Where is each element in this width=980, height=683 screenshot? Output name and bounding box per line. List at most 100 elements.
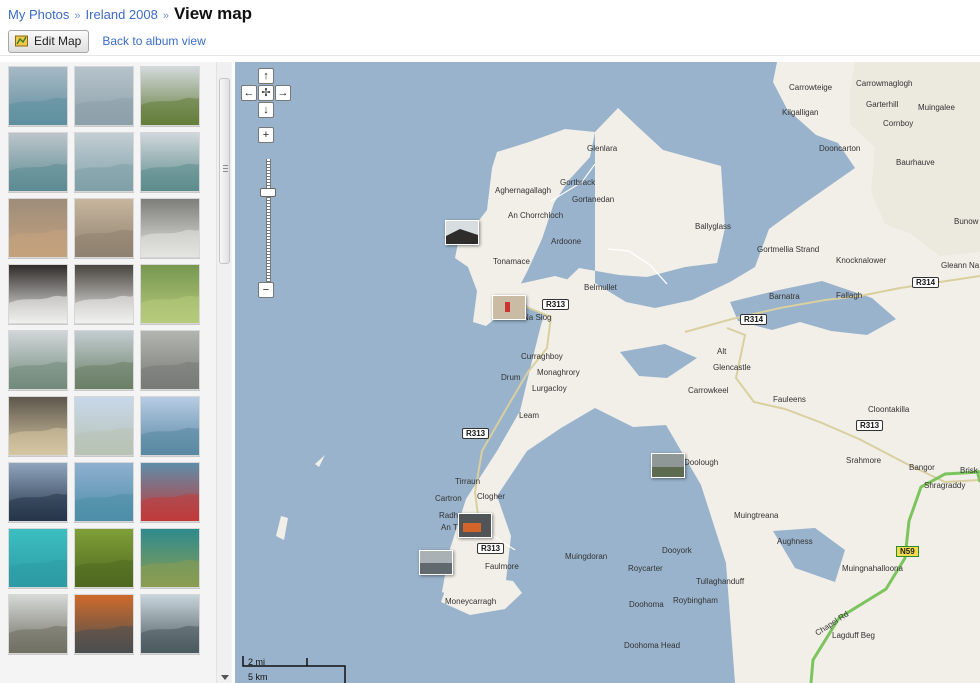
edit-map-button[interactable]: Edit Map xyxy=(8,29,90,53)
map-place-label: Knocknalower xyxy=(836,256,887,265)
map-place-label: Cornboy xyxy=(883,119,914,128)
plus-icon[interactable]: + xyxy=(258,127,274,143)
map-place-label: Ballyglass xyxy=(695,222,732,231)
photo-marker[interactable] xyxy=(651,453,685,478)
breadcrumb-separator: » xyxy=(162,10,169,22)
photo-thumbnail[interactable] xyxy=(74,330,134,390)
map-place-label: Carrowteige xyxy=(789,83,833,92)
map-base xyxy=(235,62,980,683)
map-place-label: Fallagh xyxy=(836,291,863,300)
road-shield-n59: N59 xyxy=(896,546,919,557)
photo-thumbnail[interactable] xyxy=(8,462,68,522)
photo-marker[interactable] xyxy=(419,550,453,575)
photo-thumbnail[interactable] xyxy=(140,462,200,522)
map-place-label: Muingdoran xyxy=(565,552,608,561)
scrollbar-grip xyxy=(223,171,228,172)
photo-thumbnail[interactable] xyxy=(140,264,200,324)
photo-thumbnail[interactable] xyxy=(8,198,68,258)
breadcrumb-separator: » xyxy=(74,10,81,22)
map-place-label: Cartron xyxy=(435,494,462,503)
map-place-label: Moneycarragh xyxy=(445,597,497,606)
photo-thumbnail[interactable] xyxy=(8,396,68,456)
scroll-down-arrow-icon[interactable] xyxy=(221,675,229,680)
road-shield-r313: R313 xyxy=(462,428,490,439)
arrow-up-icon[interactable]: ↑ xyxy=(258,68,274,84)
map-place-label: Tonamace xyxy=(493,257,530,266)
map-place-label: Monaghrory xyxy=(537,368,580,377)
map-place-label: Lagduff Beg xyxy=(832,631,876,640)
photo-thumbnail[interactable] xyxy=(74,132,134,192)
map-place-label: Gortbrack xyxy=(560,178,596,187)
map-place-label: Drum xyxy=(501,373,521,382)
photo-thumbnail[interactable] xyxy=(140,132,200,192)
zoom-slider-handle[interactable] xyxy=(260,188,276,197)
photo-thumbnail[interactable] xyxy=(8,330,68,390)
map-place-label: Lurgacloy xyxy=(532,384,567,393)
center-icon[interactable]: ✢ xyxy=(258,85,274,101)
photo-thumbnail[interactable] xyxy=(8,528,68,588)
arrow-right-icon[interactable]: → xyxy=(275,85,291,101)
photo-thumbnail[interactable] xyxy=(140,396,200,456)
map-edit-icon xyxy=(15,35,28,47)
thumbnail-scrollbar[interactable] xyxy=(216,62,231,683)
photo-thumbnail-panel[interactable] xyxy=(0,62,232,683)
map-place-label: Shragraddy xyxy=(924,481,966,490)
photo-thumbnail[interactable] xyxy=(74,264,134,324)
map-view[interactable]: Carrowteige Carrowmaglogh Kilgalligan Garte… xyxy=(235,62,980,683)
photo-thumbnail[interactable] xyxy=(74,396,134,456)
photo-thumbnail[interactable] xyxy=(8,132,68,192)
breadcrumb-ireland-2008[interactable]: Ireland 2008 xyxy=(86,7,158,22)
photo-thumbnail[interactable] xyxy=(140,330,200,390)
map-place-label: Muingtreana xyxy=(734,511,779,520)
pan-control: ↑ ← ✢ → ↓ xyxy=(241,68,295,122)
photo-marker[interactable] xyxy=(458,513,492,538)
map-place-label: Faulmore xyxy=(485,562,519,571)
minus-icon[interactable]: − xyxy=(258,282,274,298)
scale-miles-label: 2 mi xyxy=(248,657,266,667)
photo-thumbnail[interactable] xyxy=(74,462,134,522)
arrow-left-icon[interactable]: ← xyxy=(241,85,257,101)
map-place-label: Gortanedan xyxy=(572,195,615,204)
page-title: View map xyxy=(173,4,253,23)
arrow-down-icon[interactable]: ↓ xyxy=(258,102,274,118)
photo-thumbnail[interactable] xyxy=(74,198,134,258)
photo-thumbnail[interactable] xyxy=(74,528,134,588)
photo-thumbnail[interactable] xyxy=(8,594,68,654)
edit-map-label: Edit Map xyxy=(34,34,82,48)
map-place-label: Glenlara xyxy=(587,144,618,153)
map-place-label: Aughness xyxy=(777,537,813,546)
photo-thumbnail[interactable] xyxy=(140,594,200,654)
road-shield-r313: R313 xyxy=(856,420,884,431)
scrollbar-thumb[interactable] xyxy=(219,78,230,264)
scrollbar-grip xyxy=(223,168,228,169)
road-shield-r314: R314 xyxy=(740,314,768,325)
photo-thumbnail[interactable] xyxy=(74,66,134,126)
zoom-slider[interactable] xyxy=(266,159,271,283)
map-place-label: Dooyork xyxy=(662,546,692,555)
map-place-label: Curraghboy xyxy=(521,352,563,361)
breadcrumb-my-photos[interactable]: My Photos xyxy=(8,7,69,22)
photo-thumbnail[interactable] xyxy=(8,264,68,324)
photo-thumbnail[interactable] xyxy=(140,66,200,126)
photo-thumbnail[interactable] xyxy=(74,594,134,654)
map-place-label: Roybingham xyxy=(673,596,718,605)
photo-marker[interactable] xyxy=(492,295,526,320)
map-place-label: Clogher xyxy=(477,492,506,501)
photo-thumbnail[interactable] xyxy=(140,198,200,258)
map-place-label: Dooncarton xyxy=(819,144,861,153)
photo-thumbnail[interactable] xyxy=(140,528,200,588)
map-place-label: Brisk xyxy=(960,466,978,475)
map-place-label: Gortmellia Strand xyxy=(757,245,820,254)
breadcrumb: My Photos » Ireland 2008 » View map xyxy=(8,4,252,26)
back-to-album-link[interactable]: Back to album view xyxy=(102,34,205,48)
map-place-label: Bangor xyxy=(909,463,935,472)
map-place-label: Belmullet xyxy=(584,283,617,292)
photo-thumbnail[interactable] xyxy=(8,66,68,126)
map-place-label: Baurhauve xyxy=(896,158,935,167)
map-place-label: Muingnahalloona xyxy=(842,564,903,573)
map-place-label: Doohoma Head xyxy=(624,641,681,650)
map-place-label: Tullaghanduff xyxy=(696,577,745,586)
header-divider xyxy=(0,55,980,56)
photo-marker[interactable] xyxy=(445,220,479,245)
scale-km-label: 5 km xyxy=(248,672,268,682)
